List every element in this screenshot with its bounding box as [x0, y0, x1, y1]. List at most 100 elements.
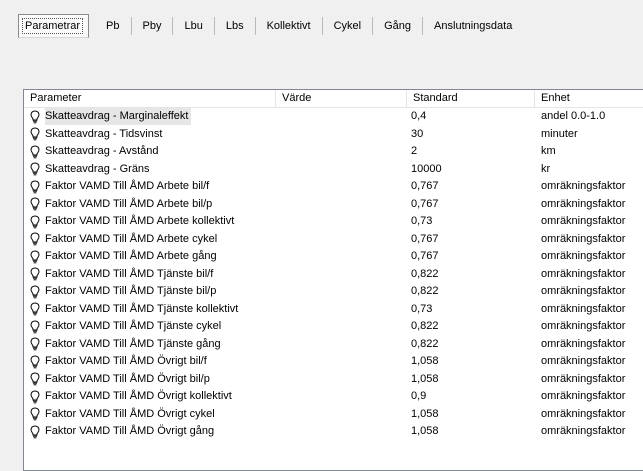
list-item[interactable]: Faktor VAMD Till ÅMD Arbete bil/f 0,767 om…: [24, 178, 643, 196]
value-cell[interactable]: [276, 178, 407, 196]
tab-label: Parametrar: [21, 18, 84, 34]
list-item[interactable]: Faktor VAMD Till ÅMD Arbete bil/p 0,767 om…: [24, 196, 643, 214]
list-item[interactable]: Faktor VAMD Till ÅMD Tjänste kollektivt 0…: [24, 301, 643, 319]
standard-cell: 2: [411, 145, 418, 157]
parameter-name: Faktor VAMD Till ÅMD Arbete kollektivt: [45, 215, 235, 228]
value-cell[interactable]: [276, 196, 407, 214]
unit-cell: km: [541, 145, 556, 157]
lightbulb-icon: [30, 302, 40, 316]
list-item[interactable]: Skatteavdrag - Marginaleffekt 0,4 andel 0.…: [24, 108, 643, 126]
value-cell[interactable]: [276, 213, 407, 231]
value-cell[interactable]: [276, 388, 407, 406]
tab-label: Pby: [142, 20, 162, 32]
list-header: Parameter Värde Standard Enhet: [24, 90, 643, 108]
standard-cell: 10000: [411, 162, 442, 175]
tab-bar: Parametrar Pb Pby Lbu Lbs Kollektivt Cyk…: [18, 14, 523, 38]
standard-cell: 0,822: [411, 337, 439, 350]
column-header-parameter[interactable]: Parameter: [24, 90, 276, 107]
lightbulb-icon: [30, 267, 40, 281]
value-cell[interactable]: [276, 353, 407, 371]
parameter-name: Faktor VAMD Till ÅMD Arbete cykel: [45, 232, 218, 245]
lightbulb-icon: [30, 110, 40, 124]
parameter-name: Skatteavdrag - Gräns: [45, 162, 150, 175]
list-item[interactable]: Faktor VAMD Till ÅMD Arbete cykel 0,767 om…: [24, 231, 643, 249]
value-cell[interactable]: [276, 161, 407, 179]
parameter-cell: Faktor VAMD Till ÅMD Övrigt kollektivt: [24, 388, 276, 406]
list-item[interactable]: Faktor VAMD Till ÅMD Övrigt cykel 1,058 om…: [24, 406, 643, 424]
value-cell[interactable]: [276, 336, 407, 354]
list-item[interactable]: Faktor VAMD Till ÅMD Arbete kollektivt 0,…: [24, 213, 643, 231]
value-cell[interactable]: [276, 301, 407, 319]
unit-cell: omräkningsfaktor: [541, 302, 626, 315]
value-cell[interactable]: [276, 143, 407, 161]
list-item[interactable]: Faktor VAMD Till ÅMD Övrigt kollektivt 0,…: [24, 388, 643, 406]
tab-anslutningsdata[interactable]: Anslutningsdata: [422, 14, 523, 38]
list-item[interactable]: Faktor VAMD Till ÅMD Tjänste bil/p 0,822 o…: [24, 283, 643, 301]
list-item[interactable]: Skatteavdrag - Tidsvinst 30 minuter: [24, 126, 643, 144]
tab-pby[interactable]: Pby: [130, 14, 173, 38]
list-item[interactable]: Faktor VAMD Till ÅMD Övrigt gång 1,058 omr…: [24, 423, 643, 441]
unit-cell: omräkningsfaktor: [541, 320, 626, 332]
value-cell[interactable]: [276, 406, 407, 424]
list-item[interactable]: Faktor VAMD Till ÅMD Arbete gång 0,767 omr…: [24, 248, 643, 266]
unit-cell: kr: [541, 162, 551, 175]
list-item[interactable]: Faktor VAMD Till ÅMD Tjänste cykel 0,822 o…: [24, 318, 643, 336]
standard-cell: 0,767: [411, 197, 439, 210]
value-cell[interactable]: [276, 423, 407, 441]
standard-cell: 0,73: [411, 302, 433, 315]
list-item[interactable]: Faktor VAMD Till ÅMD Tjänste bil/f 0,822 o…: [24, 266, 643, 284]
parameter-cell: Faktor VAMD Till ÅMD Tjänste kollektivt: [24, 301, 276, 319]
list-item[interactable]: Faktor VAMD Till ÅMD Övrigt bil/f 1,058 om…: [24, 353, 643, 371]
tab-lbs[interactable]: Lbs: [213, 14, 255, 38]
parameter-name: Faktor VAMD Till ÅMD Övrigt cykel: [45, 407, 215, 420]
parameter-list[interactable]: Parameter Värde Standard Enhet Skatteavd…: [23, 89, 643, 471]
parameter-cell: Skatteavdrag - Marginaleffekt: [24, 108, 276, 126]
tab-gang[interactable]: Gång: [372, 14, 422, 38]
column-header-standard[interactable]: Standard: [407, 90, 535, 107]
value-cell[interactable]: [276, 231, 407, 249]
parameter-cell: Faktor VAMD Till ÅMD Arbete cykel: [24, 231, 276, 249]
standard-cell: 0,767: [411, 180, 439, 192]
tab-cykel[interactable]: Cykel: [321, 14, 373, 38]
value-cell[interactable]: [276, 283, 407, 301]
standard-cell: 0,4: [411, 110, 427, 122]
lightbulb-icon: [30, 162, 40, 176]
unit-cell: omräkningsfaktor: [541, 390, 626, 402]
value-cell[interactable]: [276, 126, 407, 144]
standard-cell: 1,058: [411, 407, 439, 420]
list-item[interactable]: Faktor VAMD Till ÅMD Övrigt bil/p 1,058 om…: [24, 371, 643, 389]
parameter-cell: Faktor VAMD Till ÅMD Tjänste bil/f: [24, 266, 276, 284]
value-cell[interactable]: [276, 108, 407, 126]
column-header-varde[interactable]: Värde: [276, 90, 407, 107]
unit-cell: omräkningsfaktor: [541, 180, 626, 192]
parameter-name: Faktor VAMD Till ÅMD Övrigt kollektivt: [45, 390, 232, 403]
parameter-name: Skatteavdrag - Avstånd: [45, 145, 159, 158]
lightbulb-icon: [30, 355, 40, 369]
parameter-cell: Faktor VAMD Till ÅMD Övrigt bil/p: [24, 371, 276, 389]
parameter-cell: Faktor VAMD Till ÅMD Övrigt gång: [24, 423, 276, 441]
list-item[interactable]: Skatteavdrag - Gräns 10000 kr: [24, 161, 643, 179]
parameter-name: Faktor VAMD Till ÅMD Arbete gång: [45, 250, 217, 263]
parameter-cell: Skatteavdrag - Avstånd: [24, 143, 276, 161]
value-cell[interactable]: [276, 371, 407, 389]
value-cell[interactable]: [276, 318, 407, 336]
unit-cell: omräkningsfaktor: [541, 215, 626, 227]
parameter-name: Faktor VAMD Till ÅMD Arbete bil/p: [45, 197, 213, 210]
value-cell[interactable]: [276, 248, 407, 266]
list-item[interactable]: Faktor VAMD Till ÅMD Tjänste gång 0,822 om…: [24, 336, 643, 354]
tab-lbu[interactable]: Lbu: [172, 14, 213, 38]
list-item[interactable]: Skatteavdrag - Avstånd 2 km: [24, 143, 643, 161]
parameter-name: Skatteavdrag - Marginaleffekt: [45, 108, 192, 126]
tab-label: Anslutningsdata: [434, 20, 513, 32]
lightbulb-icon: [30, 127, 40, 141]
lightbulb-icon: [30, 372, 40, 386]
tab-kollektivt[interactable]: Kollektivt: [254, 14, 322, 38]
column-header-enhet[interactable]: Enhet: [535, 90, 643, 107]
standard-cell: 1,058: [411, 372, 439, 385]
tab-pb[interactable]: Pb: [94, 14, 130, 38]
tab-parametrar[interactable]: Parametrar: [18, 14, 90, 38]
parameter-cell: Faktor VAMD Till ÅMD Arbete gång: [24, 248, 276, 266]
value-cell[interactable]: [276, 266, 407, 284]
parameter-cell: Faktor VAMD Till ÅMD Tjänste bil/p: [24, 283, 276, 301]
unit-cell: omräkningsfaktor: [541, 337, 626, 350]
